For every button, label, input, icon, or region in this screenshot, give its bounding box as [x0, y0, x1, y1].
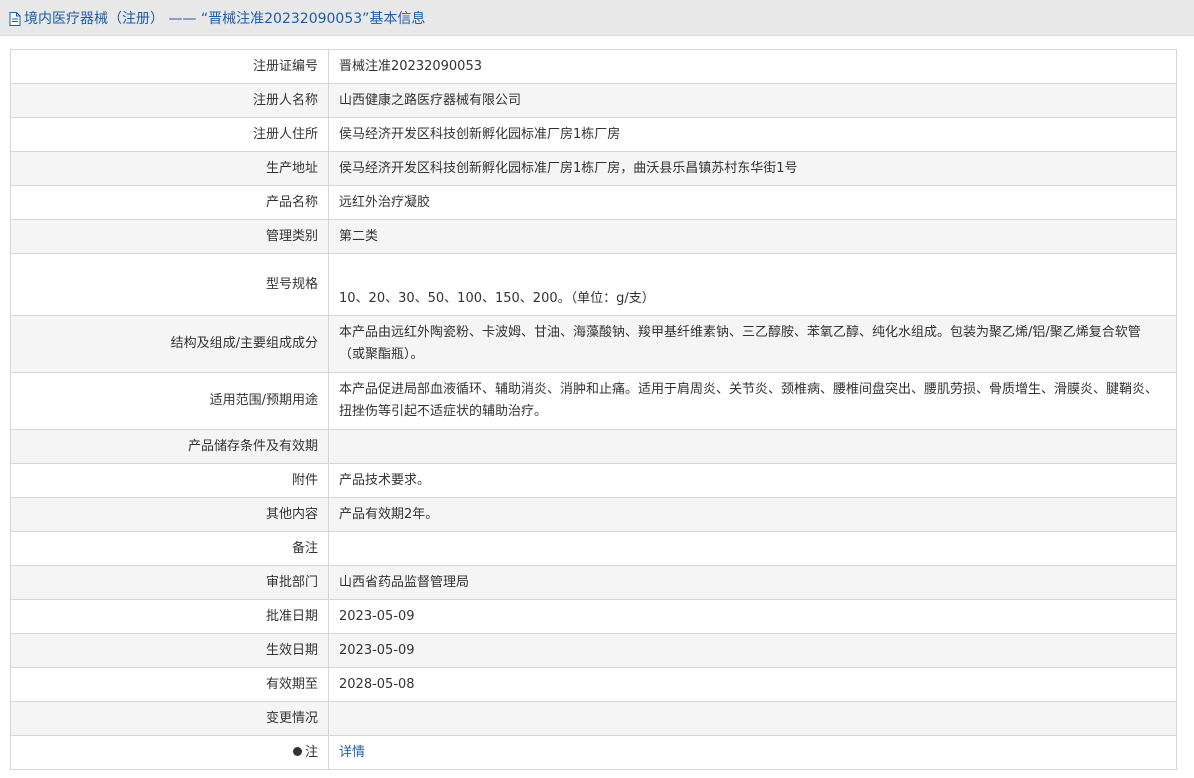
table-row: 附件 产品技术要求。 [10, 463, 1177, 498]
table-row: 审批部门 山西省药品监督管理局 [10, 565, 1177, 600]
note-label: 注 [304, 744, 318, 760]
table-row: 其他内容 产品有效期2年。 [10, 497, 1177, 532]
field-value: 山西健康之路医疗器械有限公司 [328, 83, 1177, 118]
table-row: 注册人名称 山西健康之路医疗器械有限公司 [10, 83, 1177, 118]
table-row: 备注 [10, 531, 1177, 566]
note-row: 注 详情 [10, 735, 1177, 770]
table-row: 注册人住所 侯马经济开发区科技创新孵化园标准厂房1栋厂房 [10, 117, 1177, 152]
field-value: 2028-05-08 [328, 667, 1177, 702]
field-label: 型号规格 [10, 253, 329, 316]
field-label: 注册证编号 [10, 49, 329, 84]
field-label: 批准日期 [10, 599, 329, 634]
field-label: 生产地址 [10, 151, 329, 186]
table-row: 型号规格 10、20、30、50、100、150、200。（单位：g/支） [10, 253, 1177, 316]
field-value: 第二类 [328, 219, 1177, 254]
field-label: 注册人住所 [10, 117, 329, 152]
field-value: 产品有效期2年。 [328, 497, 1177, 532]
field-value [328, 531, 1177, 566]
field-label: 产品储存条件及有效期 [10, 429, 329, 464]
field-value [328, 429, 1177, 464]
table-row: 管理类别 第二类 [10, 219, 1177, 254]
info-dot-icon [292, 746, 302, 756]
field-value: 10、20、30、50、100、150、200。（单位：g/支） [328, 253, 1177, 316]
info-table-container: 注册证编号 晋械注准20232090053 注册人名称 山西健康之路医疗器械有限… [10, 49, 1177, 770]
note-label-cell: 注 [10, 735, 329, 770]
table-row: 生效日期 2023-05-09 [10, 633, 1177, 668]
field-label: 结构及组成/主要组成成分 [10, 315, 329, 373]
field-label: 生效日期 [10, 633, 329, 668]
document-icon [9, 11, 21, 26]
field-label: 附件 [10, 463, 329, 498]
table-row: 生产地址 侯马经济开发区科技创新孵化园标准厂房1栋厂房，曲沃县乐昌镇苏村东华街1… [10, 151, 1177, 186]
page-title: 境内医疗器械（注册） —— “晋械注准20232090053”基本信息 [24, 10, 426, 27]
table-row: 注册证编号 晋械注准20232090053 [10, 49, 1177, 84]
field-value: 本产品促进局部血液循环、辅助消炎、消肿和止痛。适用于肩周炎、关节炎、颈椎病、腰椎… [328, 372, 1177, 430]
table-row: 结构及组成/主要组成成分 本产品由远红外陶瓷粉、卡波姆、甘油、海藻酸钠、羧甲基纤… [10, 315, 1177, 373]
field-label: 适用范围/预期用途 [10, 372, 329, 430]
field-value: 晋械注准20232090053 [328, 49, 1177, 84]
page-header: 境内医疗器械（注册） —— “晋械注准20232090053”基本信息 [0, 0, 1194, 36]
field-label: 备注 [10, 531, 329, 566]
field-label: 管理类别 [10, 219, 329, 254]
field-value: 侯马经济开发区科技创新孵化园标准厂房1栋厂房 [328, 117, 1177, 152]
field-value: 侯马经济开发区科技创新孵化园标准厂房1栋厂房，曲沃县乐昌镇苏村东华街1号 [328, 151, 1177, 186]
field-label: 有效期至 [10, 667, 329, 702]
field-label: 其他内容 [10, 497, 329, 532]
info-table: 注册证编号 晋械注准20232090053 注册人名称 山西健康之路医疗器械有限… [10, 49, 1177, 770]
field-label: 变更情况 [10, 701, 329, 736]
field-label: 产品名称 [10, 185, 329, 220]
table-row: 产品名称 远红外治疗凝胶 [10, 185, 1177, 220]
field-label: 注册人名称 [10, 83, 329, 118]
table-row: 变更情况 [10, 701, 1177, 736]
field-value [328, 701, 1177, 736]
table-row: 批准日期 2023-05-09 [10, 599, 1177, 634]
field-value: 2023-05-09 [328, 599, 1177, 634]
table-row: 有效期至 2028-05-08 [10, 667, 1177, 702]
field-value: 山西省药品监督管理局 [328, 565, 1177, 600]
table-row: 产品储存条件及有效期 [10, 429, 1177, 464]
field-value: 2023-05-09 [328, 633, 1177, 668]
field-value: 本产品由远红外陶瓷粉、卡波姆、甘油、海藻酸钠、羧甲基纤维素钠、三乙醇胺、苯氧乙醇… [328, 315, 1177, 373]
field-label: 审批部门 [10, 565, 329, 600]
details-link[interactable]: 详情 [339, 745, 365, 760]
note-value-cell: 详情 [328, 735, 1177, 770]
field-value: 产品技术要求。 [328, 463, 1177, 498]
table-row: 适用范围/预期用途 本产品促进局部血液循环、辅助消炎、消肿和止痛。适用于肩周炎、… [10, 372, 1177, 430]
field-value: 远红外治疗凝胶 [328, 185, 1177, 220]
